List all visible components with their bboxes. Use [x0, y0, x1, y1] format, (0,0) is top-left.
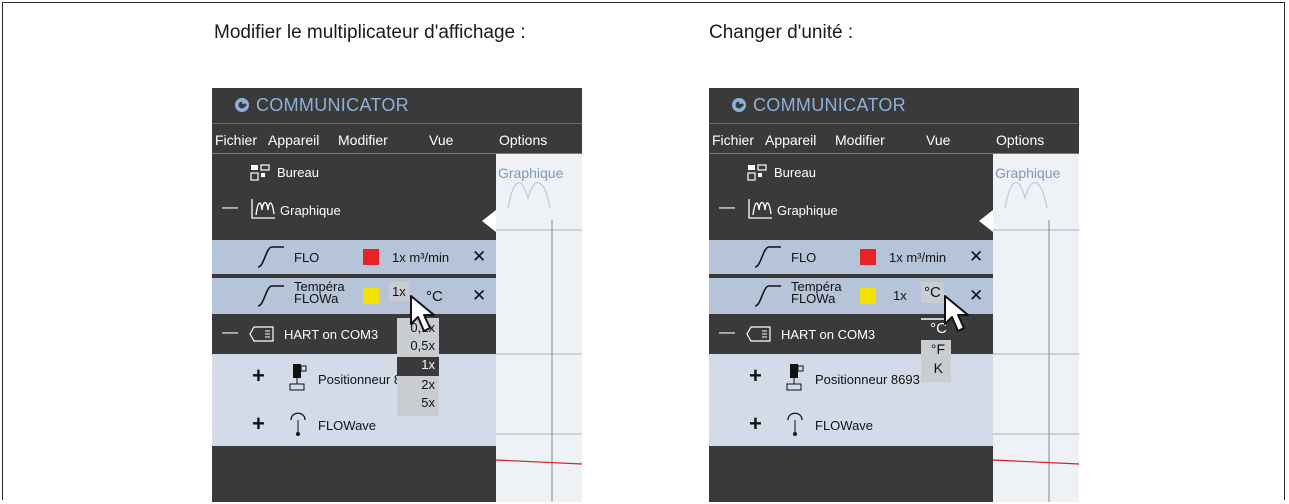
menu-options[interactable]: Options [996, 132, 1044, 148]
menu-edit[interactable]: Modifier [338, 132, 388, 148]
tree-item-hart[interactable]: — HART on COM3 [212, 314, 496, 354]
title-bar: COMMUNICATOR [709, 88, 1079, 124]
title-bar: COMMUNICATOR [212, 88, 582, 124]
heading-unit: Changer d'unité : [709, 22, 854, 43]
collapse-icon[interactable]: — [222, 324, 238, 342]
positioner-icon [786, 364, 804, 391]
color-swatch[interactable] [363, 249, 379, 265]
tree-item-graph[interactable]: — Graphique [212, 190, 496, 230]
desktop-icon [747, 164, 767, 181]
graph-area [993, 181, 1079, 502]
tree-item-desktop[interactable]: Bureau [709, 154, 993, 190]
dropdown-option[interactable]: °F [921, 341, 951, 360]
dropdown-option[interactable]: 2x [397, 377, 439, 395]
channel-unit[interactable]: 1x m³/min [392, 250, 449, 265]
expand-icon[interactable]: + [252, 411, 265, 437]
tree-item-label: HART on COM3 [284, 327, 379, 342]
color-swatch[interactable] [860, 288, 876, 304]
channel-unit[interactable]: 1x m³/min [889, 250, 946, 265]
channel-row-flo[interactable]: FLO 1x m³/min ✕ [709, 240, 993, 274]
communicator-window-left: COMMUNICATOR Fichier Appareil Modifier V… [212, 88, 582, 502]
device-tree: Bureau — Graphique FLO 1x m³/min ✕ Tempé… [212, 154, 496, 502]
chart-icon [251, 199, 275, 219]
menu-view[interactable]: Vue [926, 132, 950, 148]
color-swatch[interactable] [860, 249, 876, 265]
color-swatch[interactable] [363, 288, 379, 304]
graph-pane: Graphique [496, 154, 582, 502]
tree-item-positioner[interactable]: + Positionneur 8693 [212, 354, 496, 400]
expand-icon[interactable]: + [252, 363, 265, 389]
tree-item-label: Bureau [774, 165, 816, 180]
remove-icon[interactable]: ✕ [969, 247, 983, 267]
tree-item-label: HART on COM3 [781, 327, 876, 342]
channel-name: Tempéra FLOWa [294, 280, 345, 306]
tree-item-label: Graphique [777, 203, 838, 218]
menu-file[interactable]: Fichier [215, 132, 257, 148]
desktop-icon [250, 164, 270, 181]
channel-name: FLO [791, 250, 817, 265]
remove-icon[interactable]: ✕ [472, 286, 486, 306]
brand-name: COMMUNICATOR [753, 95, 906, 115]
dropdown-option-selected[interactable]: 1x [397, 357, 439, 376]
channel-name-line2: FLOWa [294, 291, 339, 306]
collapse-icon[interactable]: — [719, 324, 735, 342]
collapse-icon[interactable]: — [719, 199, 735, 217]
selection-pointer-icon [979, 210, 993, 232]
tree-item-label: FLOWave [815, 418, 874, 433]
curve-icon [257, 285, 284, 307]
menu-device[interactable]: Appareil [268, 132, 319, 148]
menu-device[interactable]: Appareil [765, 132, 816, 148]
positioner-icon [289, 364, 307, 391]
collapse-icon[interactable]: — [222, 199, 238, 217]
curve-icon [754, 285, 781, 307]
menu-edit[interactable]: Modifier [835, 132, 885, 148]
mouse-cursor-icon [944, 295, 969, 332]
tree-item-flowave[interactable]: + FLOWave [212, 400, 496, 446]
channel-name: Tempéra FLOWa [791, 280, 842, 306]
dropdown-option[interactable]: 0,5x [397, 338, 439, 356]
heading-multiplier: Modifier le multiplicateur d'affichage : [214, 22, 526, 43]
menu-file[interactable]: Fichier [712, 132, 754, 148]
menu-bar: Fichier Appareil Modifier Vue Options [709, 124, 1079, 154]
menu-bar: Fichier Appareil Modifier Vue Options [212, 124, 582, 154]
unit-select[interactable]: °C [921, 282, 944, 303]
communicator-logo-icon [235, 98, 249, 112]
interface-icon [249, 326, 274, 342]
multiplier-select[interactable]: 1x [893, 288, 907, 303]
communicator-logo-icon [732, 98, 746, 112]
channel-row-flo[interactable]: FLO 1x m³/min ✕ [212, 240, 496, 274]
multiplier-select[interactable]: 1x [389, 282, 409, 301]
tree-item-label: FLOWave [318, 418, 377, 433]
mouse-cursor-icon [410, 295, 435, 332]
remove-icon[interactable]: ✕ [472, 247, 486, 267]
tree-item-label: Bureau [277, 165, 319, 180]
dropdown-option[interactable]: 5x [397, 395, 439, 413]
tree-item-label: Graphique [280, 203, 341, 218]
expand-icon[interactable]: + [749, 411, 762, 437]
selection-pointer-icon [482, 210, 496, 232]
menu-options[interactable]: Options [499, 132, 547, 148]
channel-name-line2: FLOWa [791, 291, 836, 306]
curve-icon [754, 246, 781, 268]
tree-item-flowave[interactable]: + FLOWave [709, 400, 993, 446]
tree-item-label: Positionneur 8693 [815, 372, 920, 387]
brand-name: COMMUNICATOR [256, 95, 409, 115]
tree-item-desktop[interactable]: Bureau [212, 154, 496, 190]
curve-icon [257, 246, 284, 268]
graph-area [496, 181, 582, 502]
graph-pane: Graphique [993, 154, 1079, 502]
chart-icon [748, 199, 772, 219]
menu-view[interactable]: Vue [429, 132, 453, 148]
figure-frame [2, 2, 1285, 500]
channel-row-temperature[interactable]: Tempéra FLOWa 1x °C ✕ [212, 278, 496, 314]
channel-name: FLO [294, 250, 320, 265]
communicator-window-right: COMMUNICATOR Fichier Appareil Modifier V… [709, 88, 1079, 502]
flowmeter-icon [787, 412, 803, 436]
interface-icon [746, 326, 771, 342]
expand-icon[interactable]: + [749, 363, 762, 389]
flowmeter-icon [290, 412, 306, 436]
dropdown-option[interactable]: K [921, 360, 951, 379]
tree-item-graph[interactable]: — Graphique [709, 190, 993, 230]
